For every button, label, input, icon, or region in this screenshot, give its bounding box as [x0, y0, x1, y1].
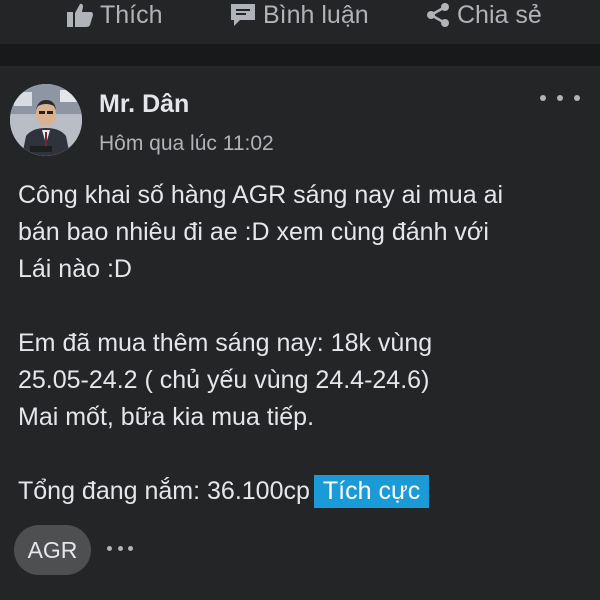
avatar[interactable]: [10, 84, 82, 156]
tags-more-button[interactable]: [107, 538, 133, 558]
post-timestamp[interactable]: Hôm qua lúc 11:02: [99, 132, 274, 156]
post-line: Công khai số hàng AGR sáng nay ai mua ai: [18, 181, 504, 209]
stock-tag[interactable]: AGR: [14, 525, 91, 575]
comment-label: Bình luận: [263, 0, 369, 29]
like-label: Thích: [100, 0, 163, 29]
author-photo: [10, 84, 82, 156]
post-card: Mr. Dân Hôm qua lúc 11:02 Công khai số h…: [0, 66, 600, 600]
share-icon: [427, 3, 449, 27]
more-icon: [107, 545, 112, 551]
post-line: Mai mốt, bữa kia mua tiếp.: [18, 403, 315, 431]
post-summary-line: Tổng đang nắm: 36.100cp Tích cực: [18, 473, 588, 510]
post-content: Công khai số hàng AGR sáng nay ai mua ai…: [18, 177, 588, 510]
sentiment-badge: Tích cực: [313, 475, 430, 508]
like-button[interactable]: Thích: [66, 0, 163, 30]
comment-icon: [231, 4, 255, 26]
more-icon: [540, 95, 546, 101]
comment-button[interactable]: Bình luận: [229, 0, 369, 30]
post-line: Em đã mua thêm sáng nay: 18k vùng: [18, 329, 433, 357]
thumbs-up-icon: [67, 3, 93, 28]
post-line: bán bao nhiêu đi ae :D xem cùng đánh với: [18, 218, 489, 246]
share-button[interactable]: Chia sẻ: [425, 0, 542, 30]
post-more-button[interactable]: [540, 86, 580, 110]
post-line: Tổng đang nắm: 36.100cp: [18, 477, 310, 505]
post-line: 25.05-24.2 ( chủ yếu vùng 24.4-24.6): [18, 366, 430, 394]
post-action-bar: Thích Bình luận Chia sẻ: [0, 0, 600, 44]
share-label: Chia sẻ: [457, 0, 542, 29]
feed-divider: [0, 44, 600, 66]
author-name[interactable]: Mr. Dân: [99, 90, 189, 119]
post-line: Lái nào :D: [18, 255, 132, 283]
